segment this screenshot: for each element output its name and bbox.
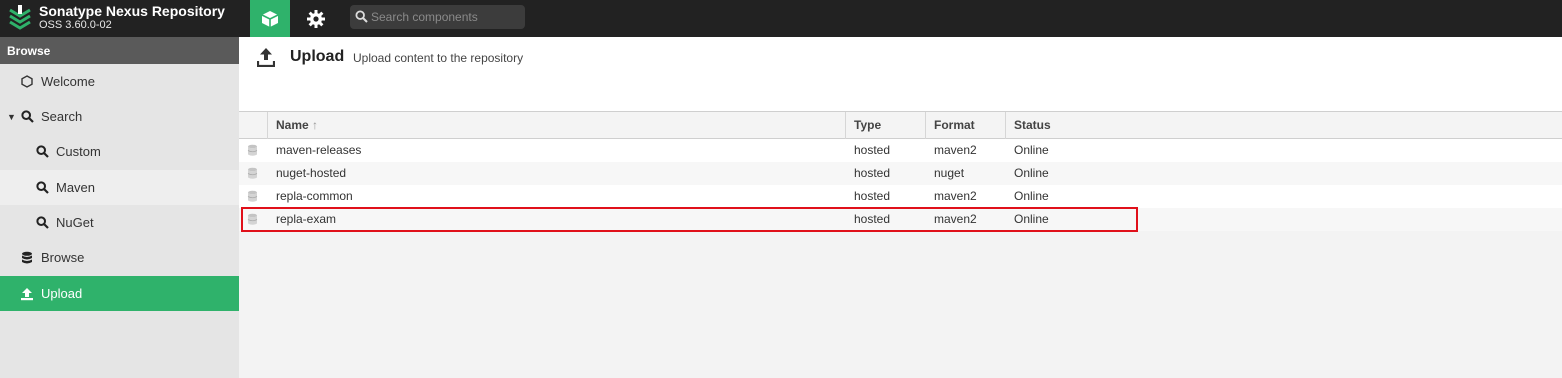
sidebar: Browse Welcome ▼ Search Custom Maven NuG…	[0, 37, 239, 378]
page-header: Upload Upload content to the repository	[239, 37, 1562, 111]
admin-mode-button[interactable]	[296, 0, 336, 37]
cell-name: maven-releases	[276, 143, 362, 157]
top-header-bar: Sonatype Nexus Repository OSS 3.60.0-02	[0, 0, 1562, 37]
brand[interactable]: Sonatype Nexus Repository OSS 3.60.0-02	[0, 0, 239, 37]
table-row[interactable]: nuget-hosted hosted nuget Online	[239, 162, 1562, 185]
page-title: Upload	[290, 48, 345, 65]
gear-icon	[307, 9, 325, 28]
repository-icon	[247, 190, 258, 202]
nexus-logo-icon	[9, 5, 31, 30]
page-subtitle: Upload content to the repository	[353, 51, 524, 65]
sidebar-item-browse[interactable]: Browse	[0, 240, 239, 275]
cell-name: nuget-hosted	[276, 166, 347, 180]
sidebar-item-label: NuGet	[56, 215, 94, 230]
cube-icon	[261, 10, 279, 27]
cell-type: hosted	[854, 166, 891, 180]
sidebar-item-label: Welcome	[41, 74, 95, 89]
cell-status: Online	[1014, 143, 1049, 157]
table-row[interactable]: repla-common hosted maven2 Online	[239, 185, 1562, 208]
search-icon	[35, 181, 49, 195]
cell-status: Online	[1014, 212, 1049, 226]
cell-type: hosted	[854, 143, 891, 157]
column-header-name[interactable]: Name ↑	[268, 112, 846, 139]
search-components-box	[350, 5, 525, 29]
cell-format: maven2	[934, 143, 977, 157]
sidebar-item-custom[interactable]: Custom	[0, 134, 239, 169]
upload-icon	[257, 48, 275, 67]
cell-name: repla-exam	[276, 212, 337, 226]
repository-icon	[247, 213, 258, 225]
cell-name: repla-common	[276, 189, 353, 203]
sidebar-item-search[interactable]: ▼ Search	[0, 99, 239, 134]
cell-status: Online	[1014, 189, 1049, 203]
cell-format: maven2	[934, 189, 977, 203]
cell-status: Online	[1014, 166, 1049, 180]
cell-type: hosted	[854, 189, 891, 203]
table-row[interactable]: maven-releases hosted maven2 Online	[239, 139, 1562, 162]
cell-type: hosted	[854, 212, 891, 226]
sidebar-item-label: Custom	[56, 144, 101, 159]
icon-column-header	[239, 112, 268, 139]
repository-icon	[247, 144, 258, 156]
search-icon	[355, 10, 368, 23]
sidebar-item-upload[interactable]: Upload	[0, 276, 239, 311]
repository-icon	[247, 167, 258, 179]
upload-icon	[20, 287, 34, 301]
database-icon	[20, 251, 34, 265]
browse-mode-button[interactable]	[250, 0, 290, 37]
grid-header: Name ↑ Type Format Status	[239, 111, 1562, 139]
expand-caret-icon[interactable]: ▼	[7, 112, 17, 122]
column-header-type[interactable]: Type	[846, 112, 926, 139]
sort-ascending-icon: ↑	[312, 118, 319, 132]
search-components-input[interactable]	[371, 7, 521, 27]
sidebar-item-label: Maven	[56, 180, 96, 195]
sidebar-item-label: Browse	[41, 250, 85, 265]
sidebar-item-label: Upload	[41, 286, 83, 301]
table-row[interactable]: repla-exam hosted maven2 Online	[239, 208, 1562, 231]
sidebar-item-label: Search	[41, 109, 83, 124]
hexagon-icon	[20, 75, 34, 89]
app-version: OSS 3.60.0-02	[39, 19, 112, 31]
column-header-label: Name	[276, 118, 309, 132]
search-icon	[20, 110, 34, 124]
sidebar-header: Browse	[0, 37, 239, 64]
main-content: Upload Upload content to the repository …	[239, 37, 1562, 378]
sidebar-item-nuget[interactable]: NuGet	[0, 205, 239, 240]
sidebar-item-welcome[interactable]: Welcome	[0, 64, 239, 99]
app-title: Sonatype Nexus Repository	[39, 3, 225, 19]
repository-grid: Name ↑ Type Format Status maven-releases…	[239, 111, 1562, 231]
column-header-format[interactable]: Format	[926, 112, 1006, 139]
cell-format: maven2	[934, 212, 977, 226]
sidebar-item-maven[interactable]: Maven	[0, 170, 239, 205]
column-header-status[interactable]: Status	[1006, 112, 1562, 139]
search-icon	[35, 145, 49, 159]
cell-format: nuget	[934, 166, 965, 180]
search-icon	[35, 216, 49, 230]
